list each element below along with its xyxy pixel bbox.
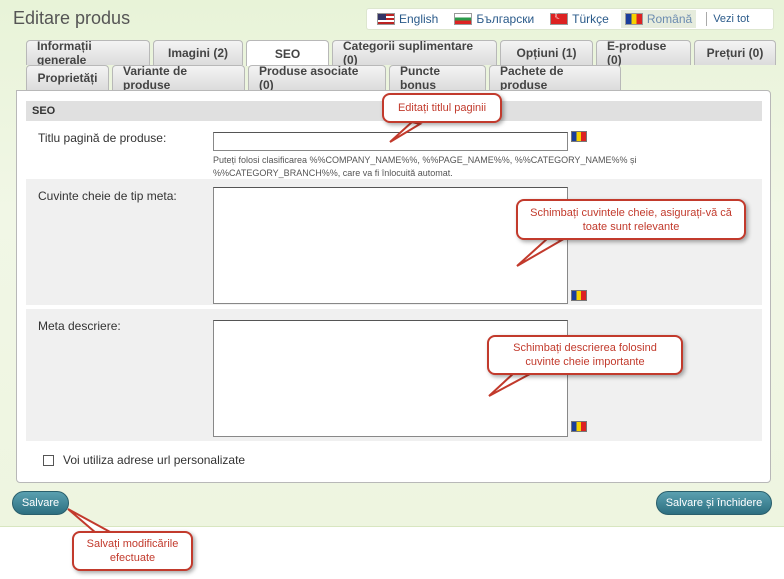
language-label: English [399,12,439,26]
flag-tr-icon [550,11,569,25]
tab-seo[interactable]: SEO [246,40,329,66]
callout-save-changes: Salvați modificările efectuate [72,531,193,571]
language-english[interactable]: English [373,10,442,28]
seo-panel: SEO Titlu pagină de produse: Puteți folo… [16,90,771,483]
flag-ro-icon[interactable] [571,131,587,142]
field-label: Titlu pagină de produse: [26,123,201,176]
tabs-row-1: Informații generale Imagini (2) SEO Cate… [26,39,779,67]
tab-additional-categories[interactable]: Categorii suplimentare (0) [332,39,497,67]
language-label: Română [646,12,693,26]
field-label: Meta descriere: [38,319,121,333]
tab-product-bundles[interactable]: Pachete de produse [489,64,621,92]
tab-prices[interactable]: Prețuri (0) [694,40,776,65]
flag-bg-icon [454,13,473,25]
tab-properties[interactable]: Proprietăți [26,65,109,90]
meta-keywords-textarea[interactable] [213,187,568,304]
page-title-input[interactable] [213,132,568,151]
tab-options[interactable]: Opțiuni (1) [500,40,593,65]
custom-url-option: Voi utiliza adrese url personalizate [43,453,245,467]
field-label: Cuvinte cheie de tip meta: [38,189,177,203]
meta-keywords-row: Cuvinte cheie de tip meta: [26,179,762,305]
tab-e-products[interactable]: E-produse (0) [596,39,691,67]
tab-general-info[interactable]: Informații generale [26,39,150,67]
language-label: Türkçe [572,12,609,26]
language-bulgarian[interactable]: Български [450,10,538,28]
tab-related-products[interactable]: Produse asociate (0) [248,64,386,92]
tab-bonus-points[interactable]: Puncte bonus [389,64,486,92]
meta-description-row: Meta descriere: [26,309,762,441]
tab-product-variants[interactable]: Variante de produse [112,64,245,92]
save-button[interactable]: Salvare [12,491,69,515]
custom-url-label: Voi utiliza adrese url personalizate [63,453,246,467]
callout-change-description: Schimbați descrierea folosind cuvinte ch… [487,335,683,375]
flag-ro-icon[interactable] [571,421,587,432]
language-turkish[interactable]: Türkçe [546,10,613,28]
custom-url-checkbox[interactable] [43,454,54,466]
page-title-row: Titlu pagină de produse: Puteți folosi c… [26,123,762,178]
flag-ro-icon[interactable] [571,290,587,301]
page-title: Editare produs [13,8,131,28]
flag-ro-icon [624,13,643,25]
view-all-languages-link[interactable]: Vezi tot [713,13,749,25]
tabs-row-2: Proprietăți Variante de produse Produse … [26,64,624,92]
page-title-hint: Puteți folosi clasificarea %%COMPANY_NAM… [213,155,637,178]
save-and-close-button[interactable]: Salvare și închidere [656,491,772,515]
callout-change-keywords: Schimbați cuvintele cheie, asigurați-vă … [516,199,746,240]
callout-edit-title: Editați titlul paginii [382,93,502,123]
language-romanian[interactable]: Română [620,10,697,28]
language-label: Български [476,12,535,26]
tab-images[interactable]: Imagini (2) [153,40,243,65]
flag-us-icon [377,13,395,25]
language-selector: English Български Türkçe Română Vezi tot [366,8,774,30]
divider [706,12,708,26]
